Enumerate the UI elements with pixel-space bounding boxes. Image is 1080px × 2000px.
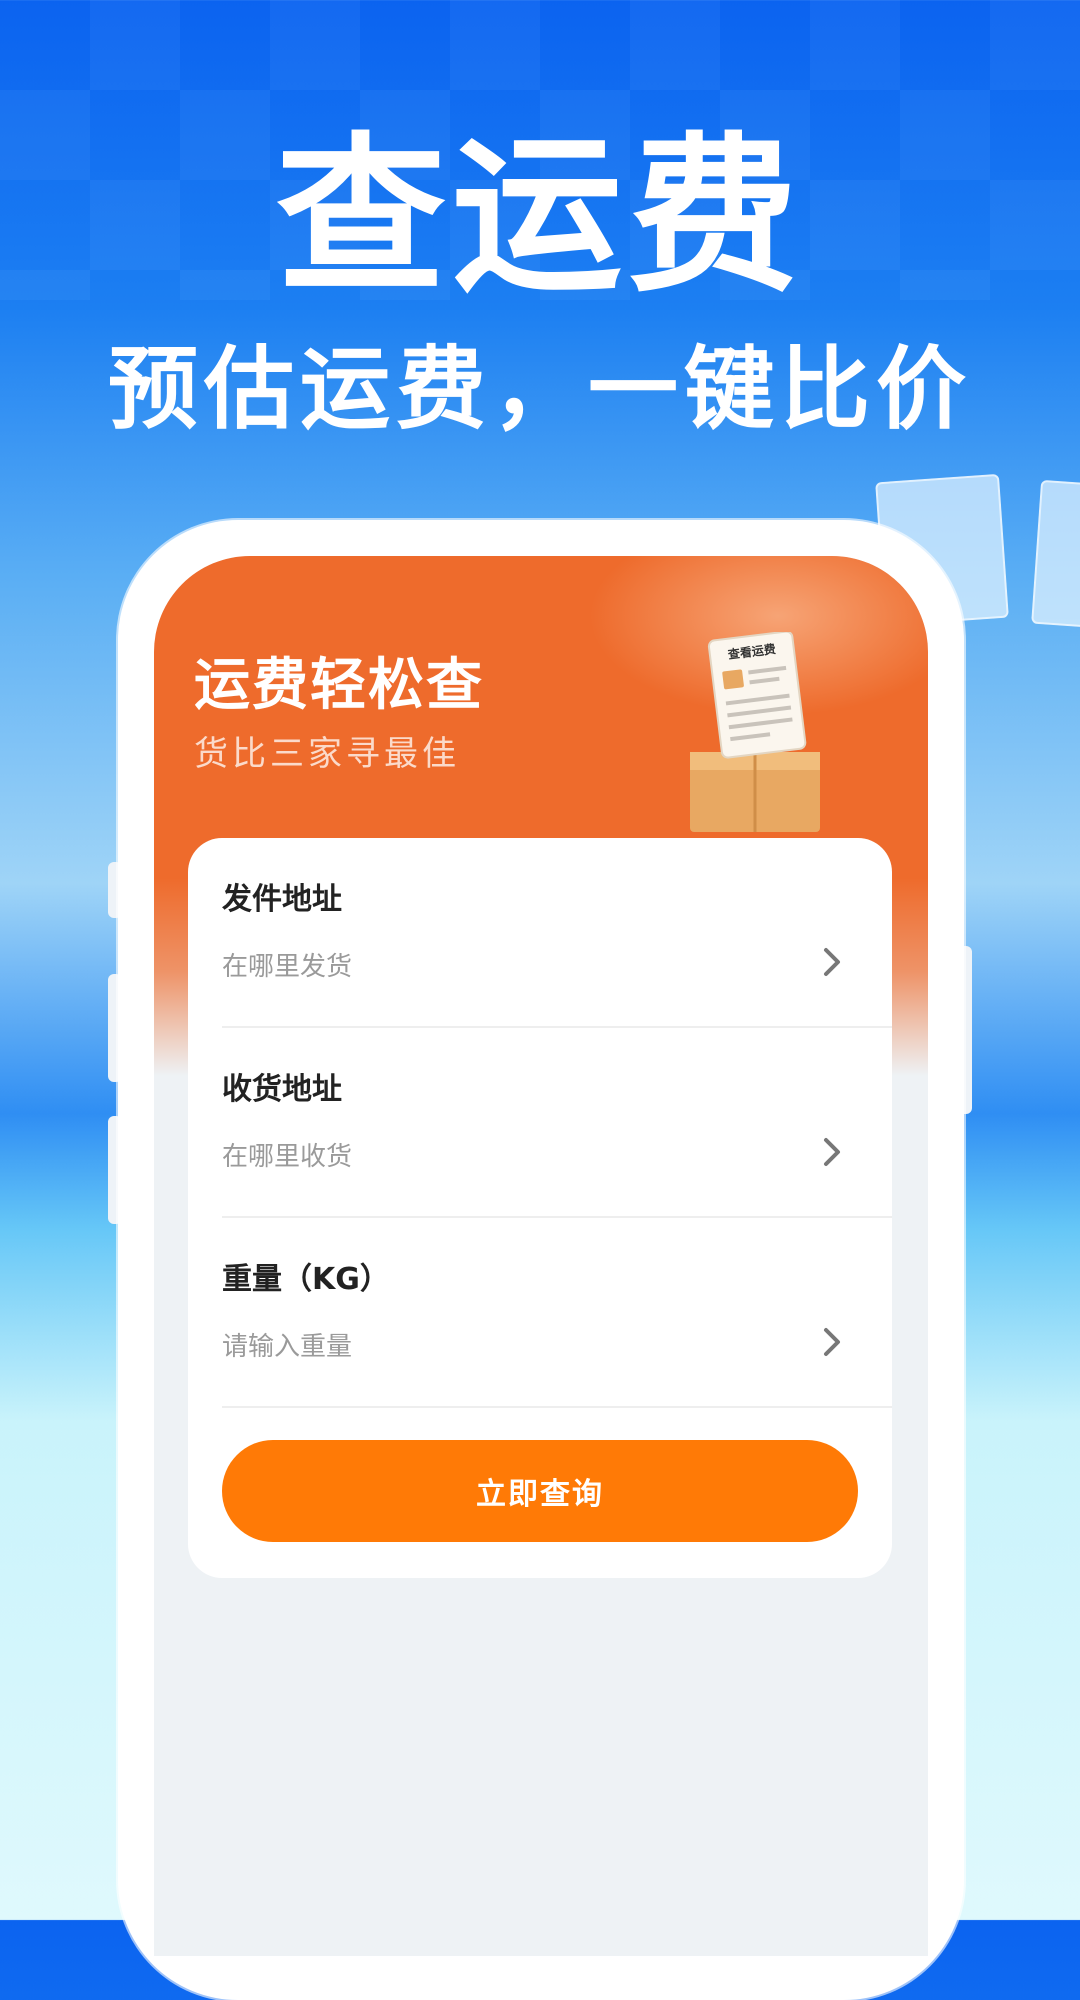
weight-field[interactable]: 重量（KG） 请输入重量: [222, 1218, 892, 1408]
shipping-query-form: 发件地址 在哪里发货 收货地址 在哪里收货 重量（KG） 请输入重量 立即查询: [188, 838, 892, 1578]
background-document-decoration: [1031, 479, 1080, 633]
app-header-subtitle: 货比三家寻最佳: [194, 734, 460, 774]
parcel-box-illustration: 查看运费: [690, 632, 820, 832]
receiver-address-field[interactable]: 收货地址 在哪里收货: [222, 1028, 892, 1218]
chevron-right-icon: [824, 1138, 840, 1166]
field-label: 发件地址: [222, 882, 342, 917]
field-placeholder: 在哪里收货: [222, 1142, 353, 1172]
hero-title: 查运费: [275, 118, 804, 316]
query-now-button[interactable]: 立即查询: [222, 1440, 858, 1542]
chevron-right-icon: [824, 948, 840, 976]
chevron-right-icon: [824, 1328, 840, 1356]
field-label: 重量（KG）: [222, 1262, 390, 1297]
field-label: 收货地址: [222, 1072, 342, 1107]
hero-subtitle: 预估运费，一键比价: [108, 337, 972, 442]
field-placeholder: 在哪里发货: [222, 952, 353, 982]
field-placeholder: 请输入重量: [222, 1332, 353, 1362]
sender-address-field[interactable]: 发件地址 在哪里发货: [222, 838, 892, 1028]
app-header-title: 运费轻松查: [194, 653, 484, 718]
